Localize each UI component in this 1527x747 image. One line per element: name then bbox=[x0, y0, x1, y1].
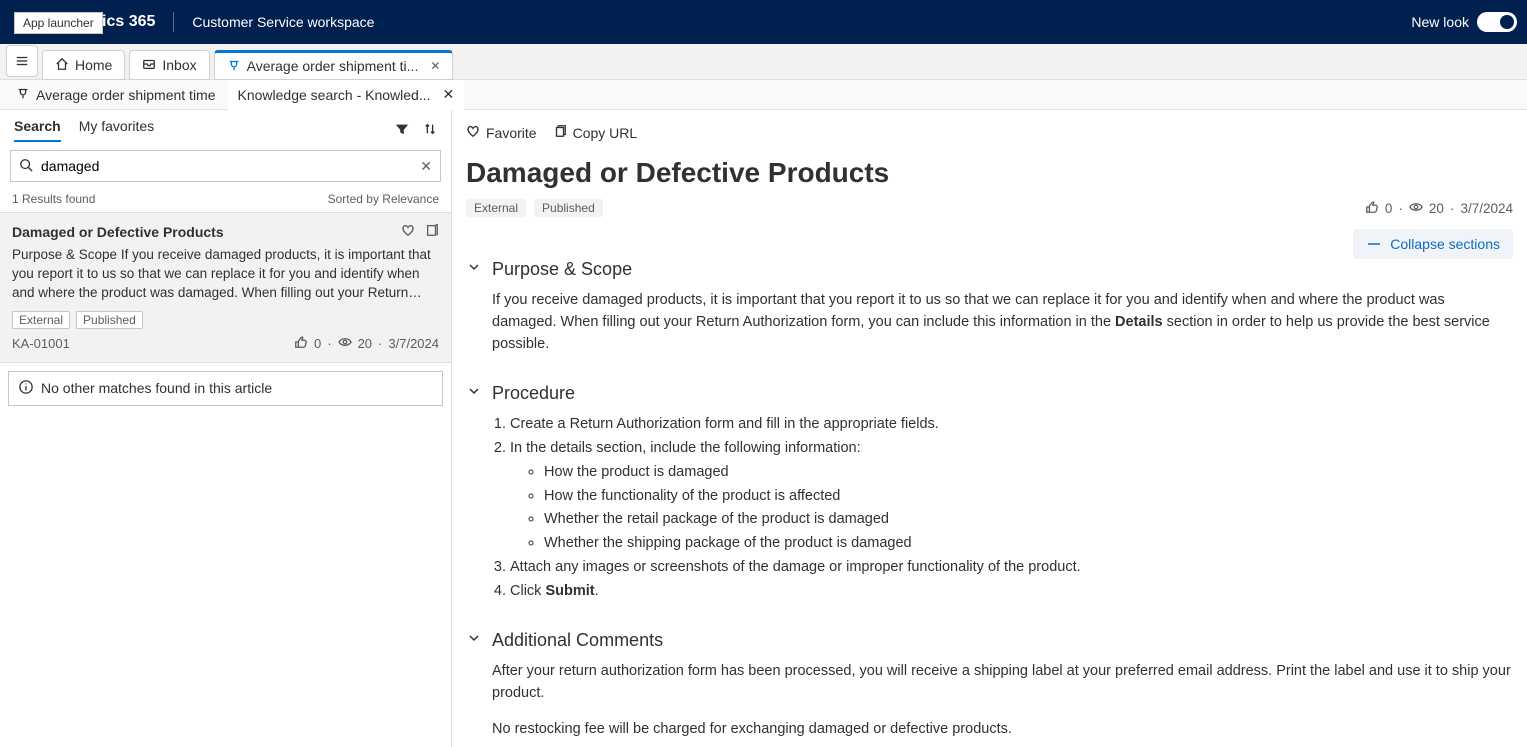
subtab-case-label: Average order shipment time bbox=[36, 87, 216, 103]
view-icon bbox=[1409, 200, 1423, 217]
chevron-down-icon[interactable] bbox=[466, 383, 482, 404]
search-tab[interactable]: Search bbox=[14, 118, 61, 142]
sort-icon[interactable] bbox=[423, 122, 437, 139]
heart-icon bbox=[466, 124, 480, 141]
section-purpose: Purpose & Scope If you receive damaged p… bbox=[466, 259, 1513, 355]
procedure-substep: Whether the shipping package of the prod… bbox=[544, 533, 1513, 555]
favorite-button[interactable]: Favorite bbox=[466, 124, 537, 141]
chip-published: Published bbox=[76, 311, 143, 329]
section-purpose-heading: Purpose & Scope bbox=[492, 259, 632, 280]
result-date: 3/7/2024 bbox=[388, 336, 439, 351]
view-count: 20 bbox=[1429, 201, 1444, 216]
chip-external: External bbox=[12, 311, 70, 329]
subtab-knowledge-label: Knowledge search - Knowled... bbox=[238, 87, 431, 103]
app-launcher-tooltip: App launcher bbox=[14, 12, 103, 34]
procedure-step: In the details section, include the foll… bbox=[510, 438, 1513, 555]
copy-icon bbox=[553, 124, 567, 141]
favorite-icon[interactable] bbox=[401, 223, 415, 240]
result-snippet: Purpose & Scope If you receive damaged p… bbox=[12, 246, 439, 303]
collapse-sections-button[interactable]: Collapse sections bbox=[1353, 229, 1513, 259]
favorite-label: Favorite bbox=[486, 125, 537, 141]
case-icon bbox=[227, 58, 241, 75]
info-icon bbox=[19, 380, 33, 397]
article-date: 3/7/2024 bbox=[1460, 201, 1513, 216]
section-procedure-heading: Procedure bbox=[492, 383, 575, 404]
search-input-wrapper: ✕ bbox=[10, 150, 441, 182]
brand-name: ics 365 bbox=[102, 13, 155, 31]
tab-case[interactable]: Average order shipment ti... ✕ bbox=[214, 50, 454, 80]
like-count: 0 bbox=[1385, 201, 1393, 216]
close-icon[interactable]: ✕ bbox=[430, 59, 440, 73]
notice-text: No other matches found in this article bbox=[41, 380, 272, 396]
procedure-substep: Whether the retail package of the produc… bbox=[544, 509, 1513, 531]
site-map-button[interactable] bbox=[6, 45, 38, 77]
search-input[interactable] bbox=[41, 158, 412, 174]
like-count: 0 bbox=[314, 336, 321, 351]
close-icon[interactable]: ✕ bbox=[443, 86, 455, 103]
tab-case-label: Average order shipment ti... bbox=[247, 58, 419, 74]
procedure-substep: How the functionality of the product is … bbox=[544, 486, 1513, 508]
tab-strip: Home Inbox Average order shipment ti... … bbox=[0, 44, 1527, 80]
tab-inbox-label: Inbox bbox=[162, 57, 196, 73]
section-additional: Additional Comments After your return au… bbox=[466, 630, 1513, 740]
chevron-down-icon[interactable] bbox=[466, 259, 482, 280]
article-id: KA-01001 bbox=[12, 336, 70, 351]
new-look-toggle-group: New look bbox=[1411, 12, 1517, 32]
procedure-substep: How the product is damaged bbox=[544, 462, 1513, 484]
article-title: Damaged or Defective Products bbox=[466, 157, 1513, 189]
sort-label: Sorted by Relevance bbox=[328, 192, 439, 206]
badge-published: Published bbox=[534, 199, 603, 217]
filter-icon[interactable] bbox=[395, 122, 409, 139]
search-result-item[interactable]: Damaged or Defective Products Purpose & … bbox=[0, 212, 451, 363]
badge-external: External bbox=[466, 199, 526, 217]
result-title: Damaged or Defective Products bbox=[12, 224, 224, 240]
article-viewer: Favorite Copy URL Damaged or Defective P… bbox=[452, 110, 1527, 747]
tab-inbox[interactable]: Inbox bbox=[129, 50, 209, 80]
collapse-label: Collapse sections bbox=[1390, 236, 1500, 252]
additional-paragraph: No restocking fee will be charged for ex… bbox=[492, 719, 1513, 741]
new-look-label: New look bbox=[1411, 14, 1469, 30]
tab-home-label: Home bbox=[75, 57, 112, 73]
global-header: App launcher ics 365 Customer Service wo… bbox=[0, 0, 1527, 44]
copy-url-label: Copy URL bbox=[573, 125, 638, 141]
tab-home[interactable]: Home bbox=[42, 50, 125, 80]
procedure-step: Create a Return Authorization form and f… bbox=[510, 414, 1513, 436]
subtab-case-form[interactable]: Average order shipment time bbox=[6, 80, 226, 110]
popout-icon[interactable] bbox=[425, 223, 439, 240]
procedure-step: Attach any images or screenshots of the … bbox=[510, 557, 1513, 579]
additional-paragraph: After your return authorization form has… bbox=[492, 661, 1513, 705]
chevron-down-icon[interactable] bbox=[466, 630, 482, 651]
clear-search-icon[interactable]: ✕ bbox=[420, 158, 432, 175]
like-icon bbox=[294, 335, 308, 352]
like-icon bbox=[1365, 200, 1379, 217]
home-icon bbox=[55, 57, 69, 74]
procedure-step: Click Submit. bbox=[510, 581, 1513, 603]
new-look-toggle[interactable] bbox=[1477, 12, 1517, 32]
section-purpose-body: If you receive damaged products, it is i… bbox=[466, 290, 1513, 355]
search-icon bbox=[19, 158, 33, 175]
copy-url-button[interactable]: Copy URL bbox=[553, 124, 638, 141]
knowledge-search-panel: Search My favorites ✕ 1 Results found So… bbox=[0, 110, 452, 747]
favorites-tab[interactable]: My favorites bbox=[79, 118, 154, 142]
view-count: 20 bbox=[358, 336, 372, 351]
workspace-name: Customer Service workspace bbox=[173, 12, 374, 32]
results-count: 1 Results found bbox=[12, 192, 95, 206]
subtab-knowledge-search[interactable]: Knowledge search - Knowled... ✕ bbox=[228, 80, 465, 110]
no-more-matches-notice: No other matches found in this article bbox=[8, 371, 443, 406]
section-additional-heading: Additional Comments bbox=[492, 630, 663, 651]
view-icon bbox=[338, 335, 352, 352]
section-procedure: Procedure Create a Return Authorization … bbox=[466, 383, 1513, 602]
case-icon bbox=[16, 86, 30, 103]
inbox-icon bbox=[142, 57, 156, 74]
sub-tab-strip: Average order shipment time Knowledge se… bbox=[0, 80, 1527, 110]
